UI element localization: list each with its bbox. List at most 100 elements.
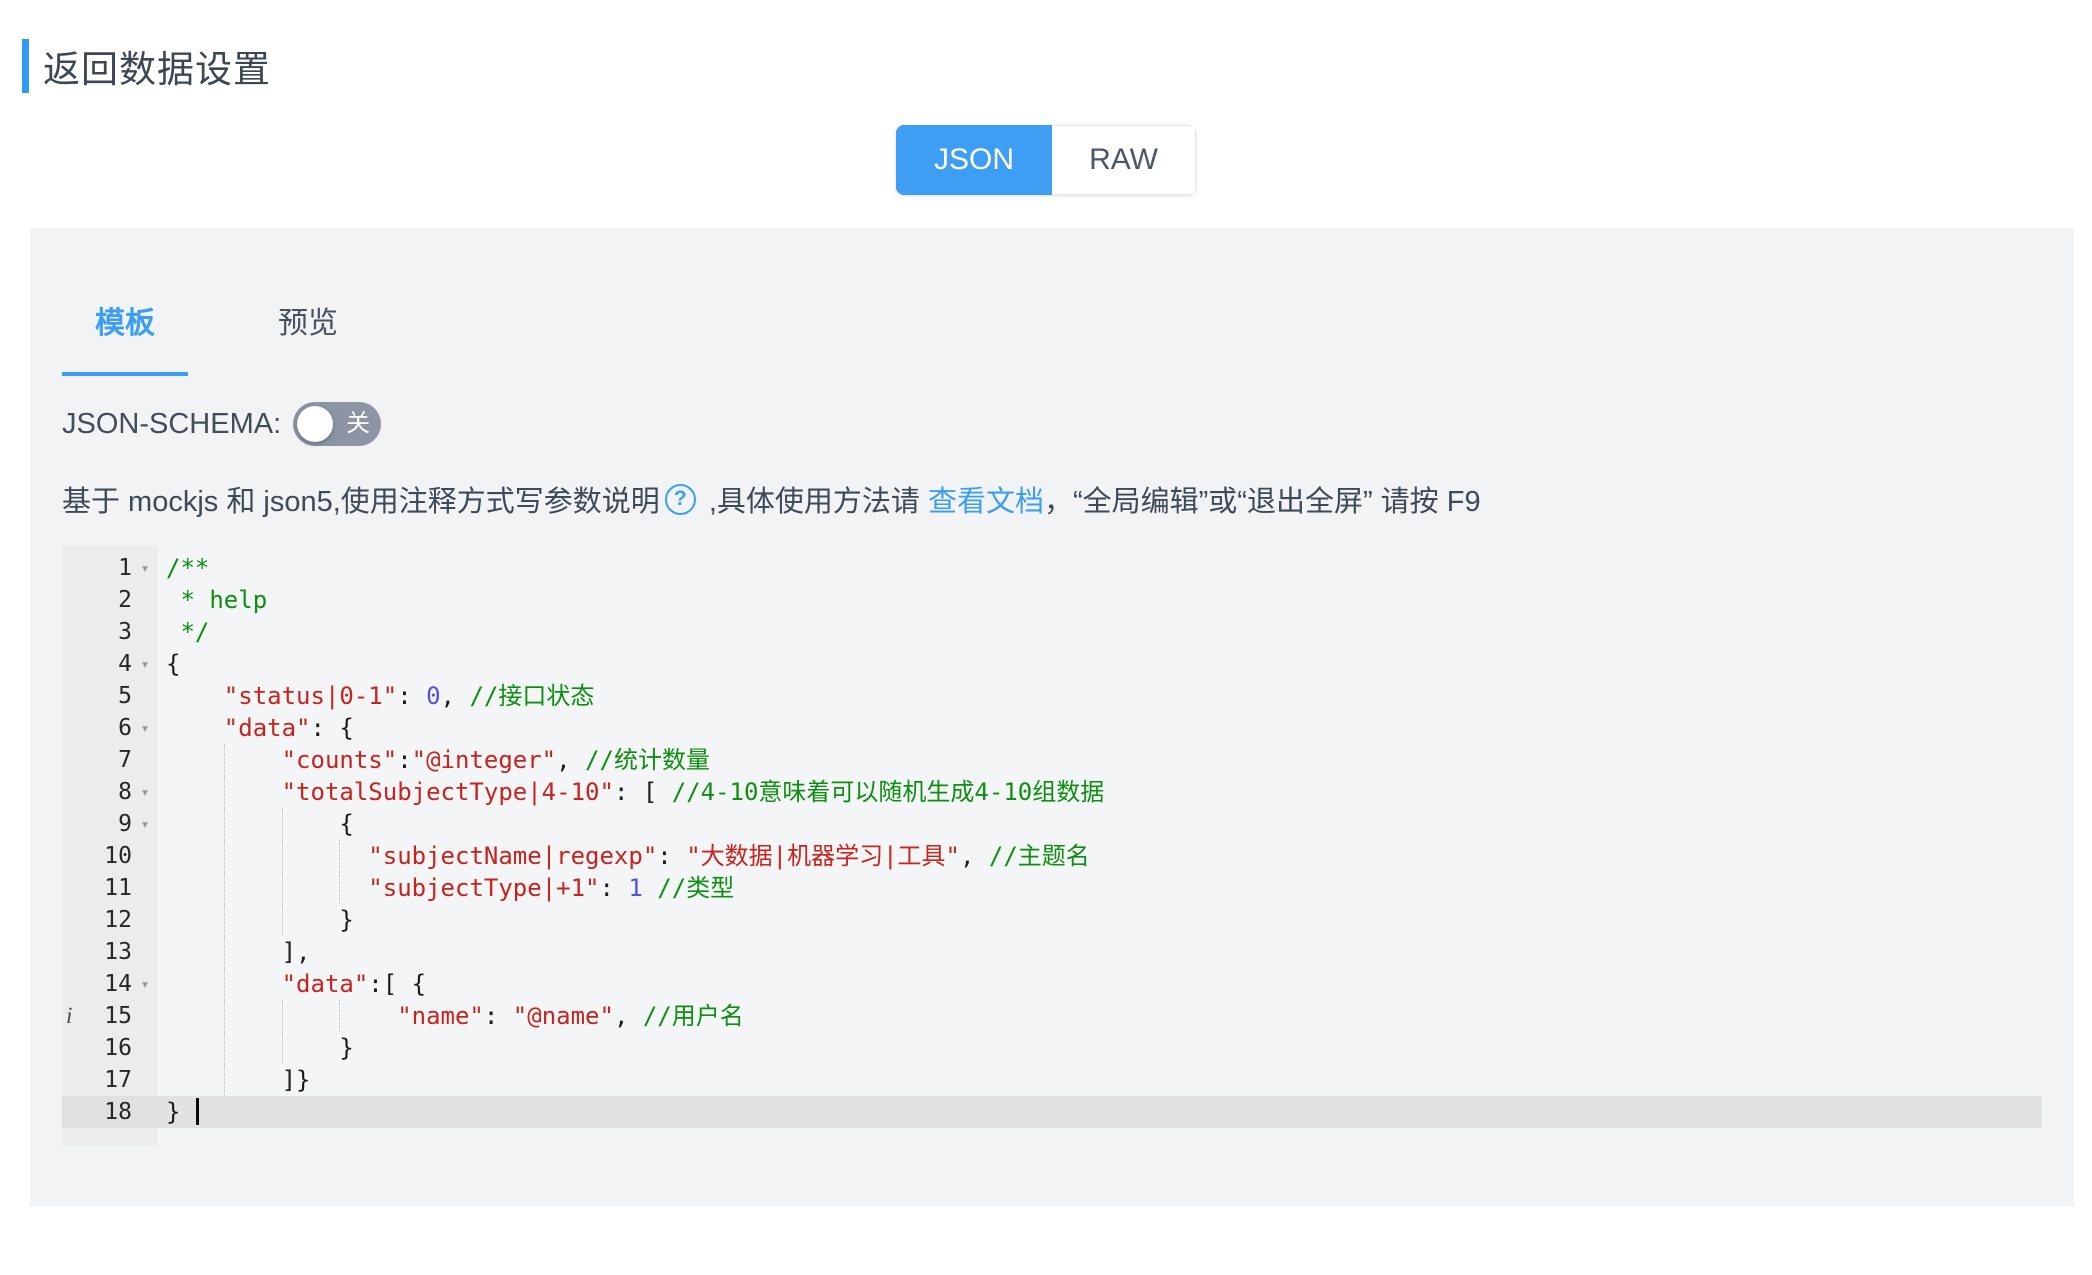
gutter-cell: 9▾ [62,808,158,840]
gutter-cell: 18 [62,1096,158,1128]
indent-guide [224,1000,225,1032]
fold-arrow-icon[interactable]: ▾ [132,808,158,840]
question-circle-icon[interactable]: ? [665,484,696,515]
fold-arrow-icon[interactable]: ▾ [132,648,158,680]
code-line-content: { [158,808,2042,840]
editor-line-8[interactable]: 8▾ "totalSubjectType|4-10": [ //4-10意味着可… [62,776,2042,808]
indent-guide [224,776,225,808]
title-accent-bar [22,39,29,93]
code-editor[interactable]: 1▾/**2 * help3 */4▾{5 "status|0-1": 0, /… [62,546,2042,1146]
gutter-cell: i15 [62,1000,158,1032]
page-header: 返回数据设置 [22,39,2092,93]
fold-arrow-icon[interactable]: ▾ [132,712,158,744]
indent-guide [282,872,283,904]
fold-arrow-icon[interactable]: ▾ [132,552,158,584]
indent-guide [224,1064,225,1096]
line-number: 5 [84,680,132,712]
line-number: 9 [84,808,132,840]
gutter-cell: 16 [62,1032,158,1064]
gutter-cell: 14▾ [62,968,158,1000]
page-title: 返回数据设置 [43,39,271,93]
line-number: 7 [84,744,132,776]
fold-arrow-icon[interactable]: ▾ [132,968,158,1000]
editor-line-13[interactable]: 13 ], [62,936,2042,968]
indent-guide [282,904,283,936]
gutter-cell: 5 [62,680,158,712]
indent-guide [339,1000,340,1032]
line-number: 18 [84,1096,132,1128]
indent-guide [282,1032,283,1064]
gutter-cell: 12 [62,904,158,936]
indent-guide [224,904,225,936]
code-line-content: "totalSubjectType|4-10": [ //4-10意味着可以随机… [158,776,2042,808]
editor-line-2[interactable]: 2 * help [62,584,2042,616]
code-line-content: * help [158,584,2042,616]
editor-line-10[interactable]: 10 "subjectName|regexp": "大数据|机器学习|工具", … [62,840,2042,872]
gutter-cell: 8▾ [62,776,158,808]
line-number: 11 [84,872,132,904]
editor-line-4[interactable]: 4▾{ [62,648,2042,680]
editor-line-12[interactable]: 12 } [62,904,2042,936]
line-number: 12 [84,904,132,936]
editor-line-15[interactable]: i15 "name": "@name", //用户名 [62,1000,2042,1032]
gutter-cell: 11 [62,872,158,904]
json-schema-label: JSON-SCHEMA: [62,408,281,441]
editor-line-11[interactable]: 11 "subjectType|+1": 1 //类型 [62,872,2042,904]
line-number: 2 [84,584,132,616]
editor-line-18[interactable]: 18} [62,1096,2042,1128]
editor-line-5[interactable]: 5 "status|0-1": 0, //接口状态 [62,680,2042,712]
indent-guide [282,808,283,840]
gutter-cell: 2 [62,584,158,616]
mock-settings-panel: 模板 预览 JSON-SCHEMA: 关 基于 mockjs 和 json5,使… [30,228,2074,1206]
indent-guide [224,968,225,1000]
line-number: 4 [84,648,132,680]
json-mode-button[interactable]: JSON [896,125,1052,195]
code-line-content: */ [158,616,2042,648]
indent-guide [282,1000,283,1032]
line-number: 8 [84,776,132,808]
code-line-content: { [158,648,2042,680]
indent-guide [224,808,225,840]
indent-guide [224,744,225,776]
json-schema-toggle[interactable]: 关 [293,402,381,446]
code-line-content: "subjectType|+1": 1 //类型 [158,872,2042,904]
editor-line-17[interactable]: 17 ]} [62,1064,2042,1096]
help-text-segment: ，“全局编辑”或“退出全屏” 请按 F9 [1044,478,1481,520]
indent-guide [224,936,225,968]
editor-line-7[interactable]: 7 "counts":"@integer", //统计数量 [62,744,2042,776]
response-mode-toggle: JSON RAW [0,125,2092,195]
code-line-content: "subjectName|regexp": "大数据|机器学习|工具", //主… [158,840,2042,872]
code-line-content: } [158,904,2042,936]
info-icon[interactable]: i [66,1000,84,1032]
mode-button-group: JSON RAW [896,125,1196,195]
indent-guide [224,872,225,904]
editor-line-14[interactable]: 14▾ "data":[ { [62,968,2042,1000]
tab-preview[interactable]: 预览 [245,298,371,376]
indent-guide [282,840,283,872]
editor-line-6[interactable]: 6▾ "data": { [62,712,2042,744]
editor-tabs: 模板 预览 [62,228,2042,376]
code-line-content: ], [158,936,2042,968]
editor-line-9[interactable]: 9▾ { [62,808,2042,840]
line-number: 1 [84,552,132,584]
tab-template[interactable]: 模板 [62,298,188,376]
line-number: 14 [84,968,132,1000]
code-line-content: "status|0-1": 0, //接口状态 [158,680,2042,712]
raw-mode-button[interactable]: RAW [1052,125,1196,195]
fold-arrow-icon[interactable]: ▾ [132,776,158,808]
gutter-cell: 13 [62,936,158,968]
toggle-knob-icon [297,406,333,442]
view-docs-link[interactable]: 查看文档 [928,478,1044,520]
gutter-cell: 3 [62,616,158,648]
toggle-state-label: 关 [346,412,370,436]
line-number: 10 [84,840,132,872]
help-text-segment: 基于 mockjs 和 json5,使用注释方式写参数说明 [62,478,660,520]
gutter-cell: 6▾ [62,712,158,744]
line-number: 16 [84,1032,132,1064]
gutter-cell: 17 [62,1064,158,1096]
indent-guide [339,840,340,872]
editor-line-1[interactable]: 1▾/** [62,552,2042,584]
editor-line-3[interactable]: 3 */ [62,616,2042,648]
gutter-cell: 7 [62,744,158,776]
editor-line-16[interactable]: 16 } [62,1032,2042,1064]
